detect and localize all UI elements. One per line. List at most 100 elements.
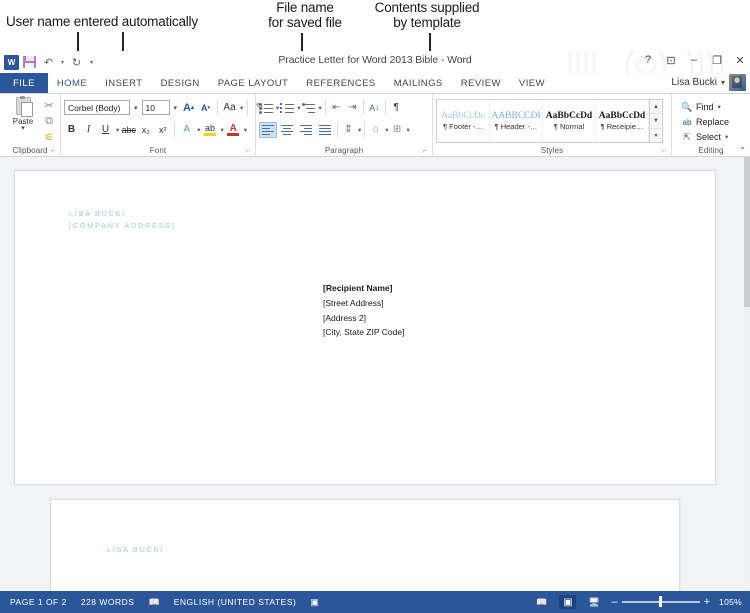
select-caret-icon[interactable]: ▾ [725,133,728,141]
highlight-color-icon[interactable]: ab [203,123,218,136]
ribbon-display-options-icon[interactable]: ⊡ [665,53,677,67]
line-spacing-icon[interactable]: ⇕ [341,122,356,138]
address2-placeholder[interactable]: [Address 2] [323,311,404,326]
sort-icon[interactable]: A ↓ [367,100,382,116]
bullets-caret-icon[interactable]: ▾ [276,104,279,112]
account-name[interactable]: Lisa Bucki [671,77,717,88]
style-item-header[interactable]: AABBCCDI ¶ Header -… [490,100,543,142]
style-item-normal[interactable]: AaBbCcDd ¶ Normal [543,100,596,142]
change-case-icon[interactable]: Aa [222,100,237,116]
format-painter-icon[interactable]: ⚟ [41,130,57,145]
multilevel-caret-icon[interactable]: ▾ [319,104,322,112]
tab-mailings[interactable]: MAILINGS [385,73,452,93]
decrease-indent-icon[interactable]: ⇤ [329,100,344,116]
restore-icon[interactable]: ❐ [711,53,723,67]
language-indicator[interactable]: ENGLISH (UNITED STATES) [174,597,297,607]
align-right-button[interactable] [297,122,315,138]
font-size-caret-icon[interactable]: ▾ [172,104,180,112]
grow-font-icon[interactable]: A ▴ [181,100,196,116]
collapse-ribbon-icon[interactable]: ⌃ [739,146,746,155]
page-indicator[interactable]: PAGE 1 OF 2 [10,597,67,607]
text-effects-caret-icon[interactable]: ▾ [197,126,200,134]
style-item-receipient[interactable]: AaBbCcDd ¶ Receipie… [596,100,649,142]
tab-home[interactable]: HOME [47,73,97,93]
sender-name-text[interactable]: LISA BUCKI [69,209,126,218]
street-address-placeholder[interactable]: [Street Address] [323,296,404,311]
underline-caret-icon[interactable]: ▾ [116,126,119,134]
font-dialog-launcher-icon[interactable]: ⌐ [246,148,250,155]
tab-page-layout[interactable]: PAGE LAYOUT [209,73,298,93]
web-layout-button[interactable]: 🖥 [585,595,602,609]
tab-file[interactable]: FILE [0,73,48,93]
window-controls[interactable]: ? ⊡ – ❐ ✕ [642,53,746,67]
find-button[interactable]: 🔍 Find ▾ [681,100,729,114]
zoom-knob[interactable] [659,596,663,608]
paste-icon[interactable] [14,96,33,117]
show-formatting-marks-icon[interactable]: ¶ [389,100,404,116]
bold-icon[interactable]: B [64,122,79,138]
font-name-caret-icon[interactable]: ▾ [132,104,140,112]
line-spacing-caret-icon[interactable]: ▾ [358,126,361,134]
strikethrough-icon[interactable]: abc [121,122,137,138]
vertical-scrollbar[interactable] [744,157,750,591]
tab-references[interactable]: REFERENCES [297,73,384,93]
styles-dialog-launcher-icon[interactable]: ⌐ [662,148,666,155]
scrollbar-thumb[interactable] [744,157,750,307]
change-case-caret-icon[interactable]: ▾ [240,104,243,112]
avatar[interactable] [729,74,746,91]
font-color-icon[interactable]: A [226,123,241,136]
copy-icon[interactable]: ⧉ [41,114,57,129]
clipboard-dialog-launcher-icon[interactable]: ⌐ [51,148,55,155]
page2-sender-name-text[interactable]: LISA BUCKI [107,545,164,554]
help-icon[interactable]: ? [642,53,654,67]
align-center-button[interactable] [278,122,296,138]
print-layout-button[interactable]: ▣ [559,595,577,609]
document-page-1[interactable]: LISA BUCKI [COMPANY ADDRESS] [Recipient … [14,170,716,485]
select-button[interactable]: ⇱ Select ▾ [681,130,729,144]
zoom-slider[interactable]: – + [611,596,710,608]
zoom-in-button[interactable]: + [704,596,710,608]
italic-icon[interactable]: I [81,122,96,138]
zoom-track[interactable] [621,596,700,608]
tab-design[interactable]: DESIGN [152,73,209,93]
shrink-font-icon[interactable]: A ▾ [198,100,213,116]
proofing-errors-icon[interactable]: 📖 [148,597,159,608]
macro-recording-icon[interactable]: ▣ [310,597,319,608]
city-state-zip-placeholder[interactable]: [City, State ZIP Code] [323,325,404,340]
minimize-icon[interactable]: – [688,53,700,67]
paste-button[interactable]: Paste ▾ [7,96,39,132]
multilevel-list-icon[interactable] [301,101,317,115]
paragraph-dialog-launcher-icon[interactable]: ⌐ [423,148,427,155]
zoom-level[interactable]: 105% [719,597,742,607]
zoom-out-button[interactable]: – [611,596,617,608]
recipient-name-placeholder[interactable]: [Recipient Name] [323,281,404,296]
close-icon[interactable]: ✕ [734,53,746,67]
subscript-icon[interactable]: x₂ [138,122,153,138]
document-page-2[interactable]: LISA BUCKI [50,499,680,591]
recipient-address-block[interactable]: [Recipient Name] [Street Address] [Addre… [323,281,404,340]
styles-gallery[interactable]: AaBbCcDc ¶ Footer -… AABBCCDI ¶ Header -… [436,99,663,143]
styles-gallery-scroll[interactable]: ▲ ▼ ▾ [649,100,662,142]
tab-view[interactable]: VIEW [510,73,554,93]
highlight-caret-icon[interactable]: ▾ [221,126,224,134]
word-count[interactable]: 228 WORDS [81,597,135,607]
font-color-caret-icon[interactable]: ▾ [244,126,247,134]
shading-caret-icon[interactable]: ▾ [385,126,388,134]
tab-review[interactable]: REVIEW [452,73,510,93]
styles-more-icon[interactable]: ▾ [650,128,662,142]
cut-icon[interactable]: ✂ [41,98,57,113]
document-canvas[interactable]: LISA BUCKI [COMPANY ADDRESS] [Recipient … [0,157,750,591]
replace-button[interactable]: ab Replace [681,115,729,129]
font-size-input[interactable]: 10 [141,100,170,115]
borders-icon[interactable]: ⊞ [390,122,405,138]
ribbon-tabs[interactable]: FILE HOME INSERT DESIGN PAGE LAYOUT REFE… [0,73,554,93]
font-name-input[interactable]: Corbel (Body) [64,100,130,115]
numbering-caret-icon[interactable]: ▾ [297,104,300,112]
tab-insert[interactable]: INSERT [96,73,151,93]
align-left-button[interactable] [259,121,277,138]
find-caret-icon[interactable]: ▾ [718,103,721,111]
read-mode-button[interactable]: 📖 [533,595,550,609]
company-address-placeholder[interactable]: [COMPANY ADDRESS] [69,221,176,230]
underline-icon[interactable]: U [98,122,113,138]
paste-dropdown-icon[interactable]: ▾ [21,125,25,132]
